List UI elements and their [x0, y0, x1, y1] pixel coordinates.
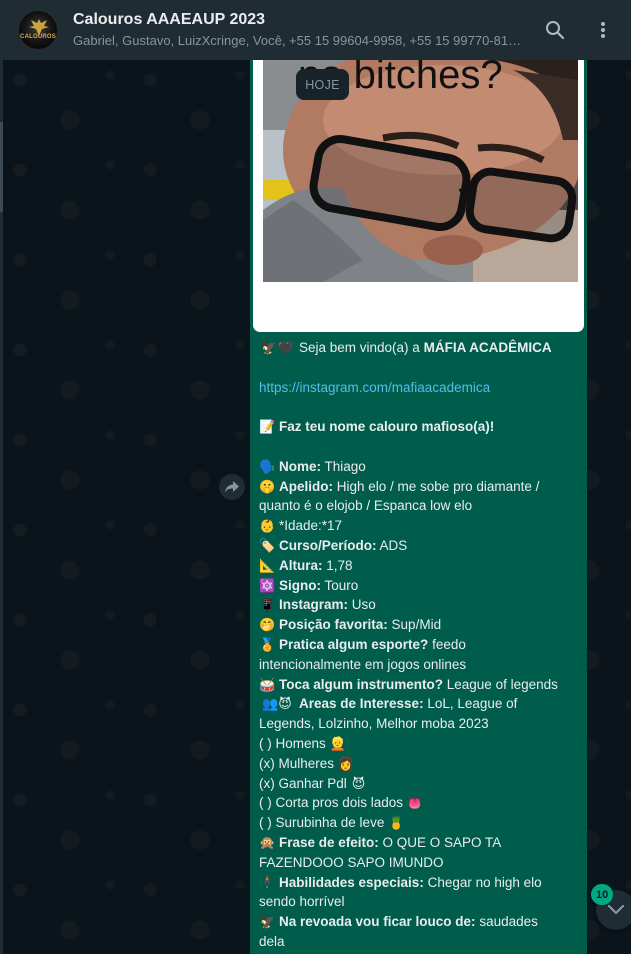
instrumento-value: League of legends — [443, 676, 558, 692]
eagle-emoji: 🦅 — [259, 914, 276, 930]
search-icon — [546, 21, 565, 40]
welcome-line: 🦅🖤 Seja bem vindo(a) a MÁFIA ACADÊMICA — [259, 338, 581, 358]
frase-label: Frase de efeito: — [279, 834, 379, 850]
apelido-value-2: quanto é o elojob / Espanca low elo — [259, 498, 473, 514]
chat-header[interactable]: CALOUROS Calouros AAAEAUP 2023 Gabriel, … — [0, 0, 631, 60]
instrumento-label: Toca algum instrumento? — [279, 676, 444, 692]
welcome-prefix: Seja bem vindo(a) a — [299, 340, 424, 355]
instagram-label: Instagram: — [279, 597, 349, 613]
levitating-man-emoji: 🕴 — [259, 874, 276, 890]
habilidades-value: Chegar no high elo — [423, 874, 542, 890]
apelido-label: Apelido: — [279, 478, 333, 494]
revoada-value: saudades — [475, 914, 538, 930]
left-scroll-edge — [0, 60, 3, 954]
frase-value-2: FAZENDOOO SAPO IMUNDO — [259, 854, 444, 870]
baby-emoji: 👶 — [259, 518, 276, 534]
forward-icon — [225, 481, 239, 493]
revoada-value-2: dela — [259, 933, 285, 949]
forward-button[interactable] — [219, 474, 245, 500]
welcome-emoji: 🦅🖤 — [260, 340, 294, 355]
apelido-value: High elo / me sobe pro diamante / — [333, 478, 540, 494]
mobile-phone-emoji: 📱 — [259, 597, 276, 613]
signo-label: Signo: — [279, 577, 321, 593]
more-vertical-icon — [601, 22, 605, 38]
chevron-down-icon — [608, 905, 624, 915]
blond-person-emoji: 👱 — [329, 735, 346, 751]
idade-value: *Idade:*17 — [279, 518, 343, 534]
menu-button[interactable] — [583, 10, 623, 50]
shushing-emoji: 🤫 — [259, 478, 276, 494]
areas-value: LoL, League of — [423, 696, 518, 712]
group-avatar[interactable]: CALOUROS — [18, 10, 58, 50]
avatar-text: CALOUROS — [20, 34, 56, 40]
esporte-value: feedo — [428, 636, 466, 652]
areas-label: Areas de Interesse: — [299, 696, 424, 712]
welcome-bold: MÁFIA ACADÊMICA — [423, 340, 552, 355]
message-bubble[interactable]: no bitches? 🦅🖤 Seja bem vindo(a) a MÁFIA … — [250, 60, 587, 954]
instagram-link[interactable]: https://instagram.com/mafiaacademica — [259, 380, 490, 395]
curso-value: ADS — [376, 537, 408, 553]
esporte-value-2: intencionalmente em jogos onlines — [259, 656, 467, 672]
habilidades-value-2: sendo horrível — [259, 894, 345, 910]
message-text: 🦅🖤 Seja bem vindo(a) a MÁFIA ACADÊMICA ht… — [259, 338, 581, 952]
chat-title: Calouros AAAEAUP 2023 — [73, 11, 266, 28]
nome-label: Nome: — [279, 458, 322, 474]
form-title: Faz teu nome calouro mafioso(a)! — [279, 419, 495, 435]
opt-pdl: (x) Ganhar Pdl — [259, 775, 347, 791]
left-scroll-thumb[interactable] — [0, 122, 3, 212]
opt-surubinha: ( ) Surubinha de leve — [259, 815, 385, 831]
altura-label: Altura: — [279, 557, 323, 573]
posicao-value: Sup/Mid — [387, 617, 442, 633]
unread-count-badge: 10 — [591, 884, 614, 905]
signo-value: Touro — [321, 577, 359, 593]
drum-emoji: 🥁 — [259, 676, 276, 692]
posicao-label: Posição favorita: — [279, 617, 388, 633]
speak-no-evil-emoji: 🙊 — [259, 834, 276, 850]
chat-info[interactable]: Calouros AAAEAUP 2023 Gabriel, Gustavo, … — [73, 10, 528, 50]
nome-value: Thiago — [321, 458, 366, 474]
label-emoji: 🏷️ — [259, 537, 276, 553]
opt-homens: ( ) Homens — [259, 735, 326, 751]
habilidades-label: Habilidades especiais: — [279, 874, 424, 890]
revoada-label: Na revoada vou ficar louco de: — [279, 914, 476, 930]
smiling-devil-emoji: 😈 — [351, 775, 366, 791]
speaking-head-emoji: 🗣️ — [259, 458, 276, 474]
triangle-ruler-emoji: 📐 — [259, 557, 276, 573]
date-separator: HOJE — [296, 69, 349, 100]
altura-value: 1,78 — [322, 557, 353, 573]
opt-dois-lados: ( ) Corta pros dois lados — [259, 795, 404, 811]
pineapple-emoji: 🍍 — [388, 815, 405, 831]
esporte-label: Pratica algum esporte? — [279, 636, 429, 652]
star-of-david-emoji: 🔯 — [259, 577, 276, 593]
frase-value: O QUE O SAPO TA — [378, 834, 502, 850]
woman-emoji: 👩 — [337, 755, 354, 771]
medal-emoji: 🏅 — [259, 636, 276, 652]
image-message[interactable]: no bitches? — [253, 60, 584, 332]
people-devil-emoji: 👥😈 — [262, 696, 292, 712]
memo-emoji: 📝 — [259, 419, 276, 435]
hand-over-mouth-emoji: 🤭 — [259, 617, 276, 633]
opt-mulheres: (x) Mulheres — [259, 755, 335, 771]
areas-value-2: Legends, Lolzinho, Melhor moba 2023 — [259, 716, 489, 732]
chat-members: Gabriel, Gustavo, LuizXcringe, Você, +55… — [73, 33, 528, 48]
instagram-value: Uso — [348, 597, 376, 613]
search-button[interactable] — [535, 10, 575, 50]
curso-label: Curso/Período: — [279, 537, 377, 553]
form-title-line: 📝 Faz teu nome calouro mafioso(a)! — [259, 417, 581, 437]
tongue-emoji: 👅 — [406, 795, 424, 811]
